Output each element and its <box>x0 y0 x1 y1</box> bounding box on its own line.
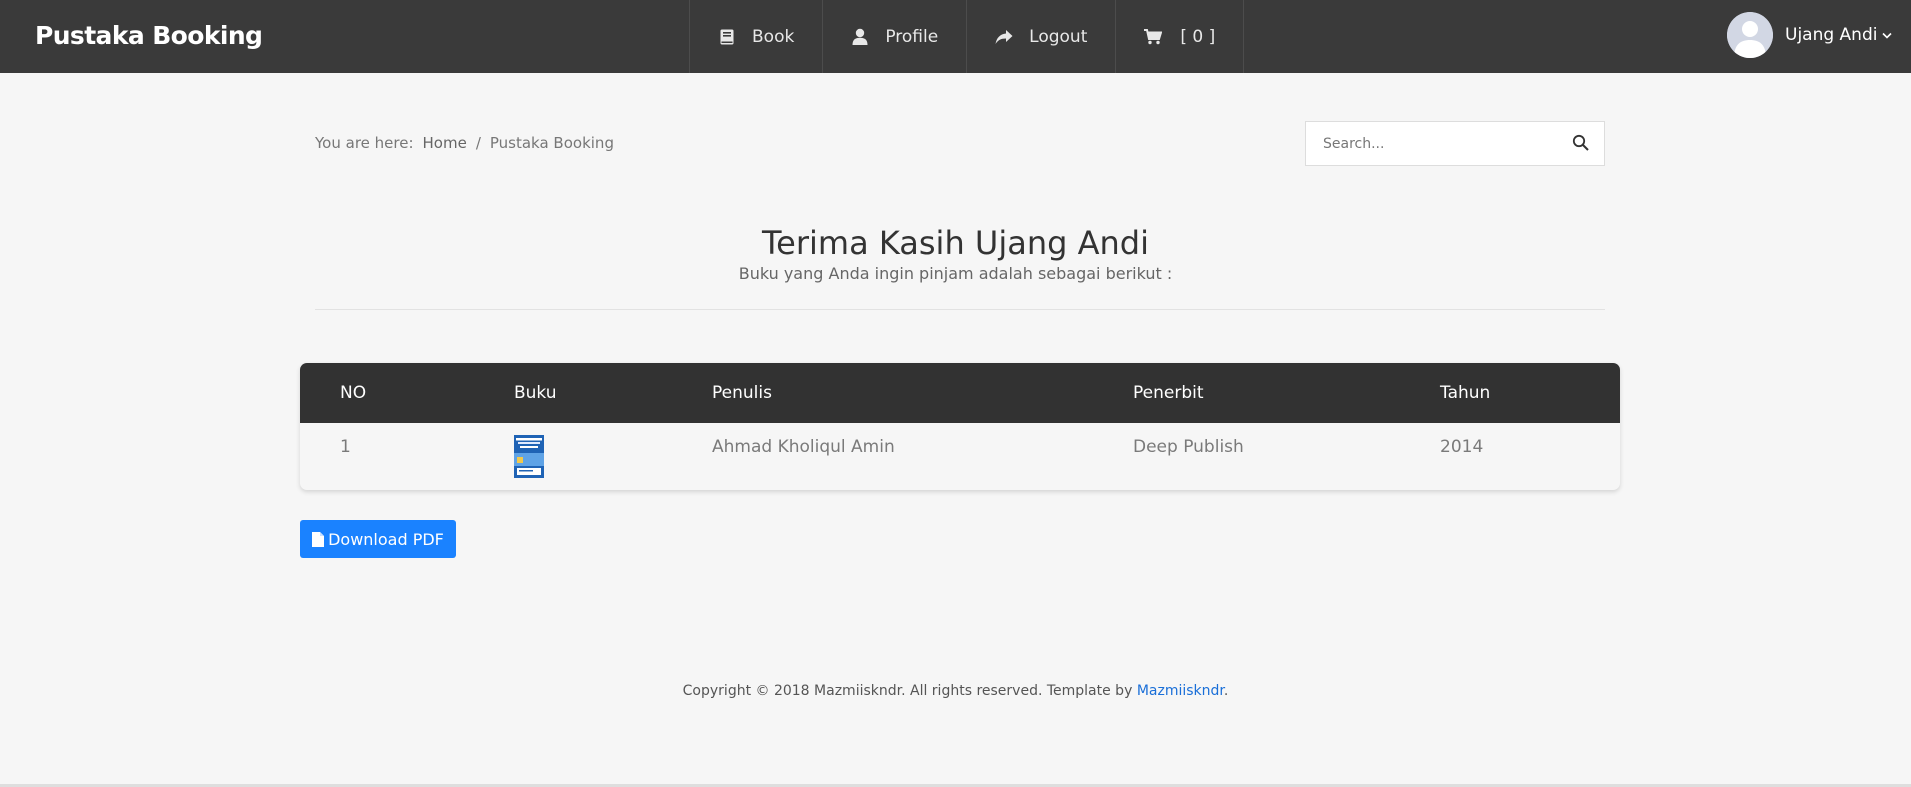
nav-profile[interactable]: Profile <box>822 0 966 73</box>
breadcrumb: You are here: Home / Pustaka Booking <box>315 134 614 152</box>
table-header: NO Buku Penulis Penerbit Tahun <box>300 363 1620 423</box>
breadcrumb-home[interactable]: Home <box>423 134 467 152</box>
share-icon <box>995 28 1013 46</box>
footer-copyright: Copyright © 2018 Mazmiiskndr. All rights… <box>682 683 1137 699</box>
brand-logo[interactable]: Pustaka Booking <box>35 0 263 73</box>
nav-profile-label: Profile <box>885 26 939 47</box>
footer-author-link[interactable]: Mazmiiskndr <box>1137 683 1224 699</box>
divider <box>315 309 1605 310</box>
cell-penerbit: Deep Publish <box>1133 437 1244 457</box>
search-input[interactable] <box>1306 122 1556 165</box>
user-icon <box>851 28 869 46</box>
avatar <box>1727 12 1773 58</box>
booking-table: NO Buku Penulis Penerbit Tahun 1 Ahmad K… <box>300 363 1620 490</box>
footer-end: . <box>1223 683 1229 699</box>
nav-book[interactable]: Book <box>689 0 822 73</box>
top-navbar: Pustaka Booking Book Profile Logout [ 0 … <box>0 0 1911 73</box>
book-icon <box>718 28 736 46</box>
breadcrumb-separator: / <box>475 134 481 152</box>
chevron-down-icon <box>1882 32 1893 39</box>
user-menu[interactable]: Ujang Andi <box>1727 12 1893 58</box>
page-subtitle: Buku yang Anda ingin pinjam adalah sebag… <box>738 264 1173 283</box>
cart-count: [ 0 ] <box>1180 26 1216 47</box>
download-pdf-button[interactable]: Download PDF <box>300 520 456 558</box>
page-title: Terima Kasih Ujang Andi <box>762 224 1149 262</box>
cell-tahun: 2014 <box>1440 437 1484 457</box>
search-box <box>1305 121 1605 166</box>
column-header-penulis: Penulis <box>712 383 772 403</box>
nav-logout[interactable]: Logout <box>966 0 1115 73</box>
download-pdf-label: Download PDF <box>328 529 444 549</box>
footer: Copyright © 2018 Mazmiiskndr. All rights… <box>0 683 1911 699</box>
nav-cart[interactable]: [ 0 ] <box>1115 0 1245 73</box>
column-header-no: NO <box>340 383 367 403</box>
breadcrumb-prefix: You are here: <box>315 134 414 152</box>
cart-icon <box>1144 28 1163 46</box>
column-header-tahun: Tahun <box>1440 383 1491 403</box>
nav-book-label: Book <box>752 26 795 47</box>
cell-penulis: Ahmad Kholiqul Amin <box>712 437 895 457</box>
main-nav: Book Profile Logout [ 0 ] <box>689 0 1245 73</box>
table-row: 1 Ahmad Kholiqul Amin Deep Publish 2014 <box>300 423 1620 490</box>
file-icon <box>312 531 325 547</box>
column-header-penerbit: Penerbit <box>1133 383 1204 403</box>
search-icon[interactable] <box>1572 134 1590 152</box>
breadcrumb-current: Pustaka Booking <box>489 134 614 152</box>
nav-logout-label: Logout <box>1029 26 1088 47</box>
book-cover-image <box>514 435 544 478</box>
column-header-buku: Buku <box>514 383 557 403</box>
user-name: Ujang Andi <box>1785 25 1878 45</box>
cell-no: 1 <box>340 437 351 457</box>
